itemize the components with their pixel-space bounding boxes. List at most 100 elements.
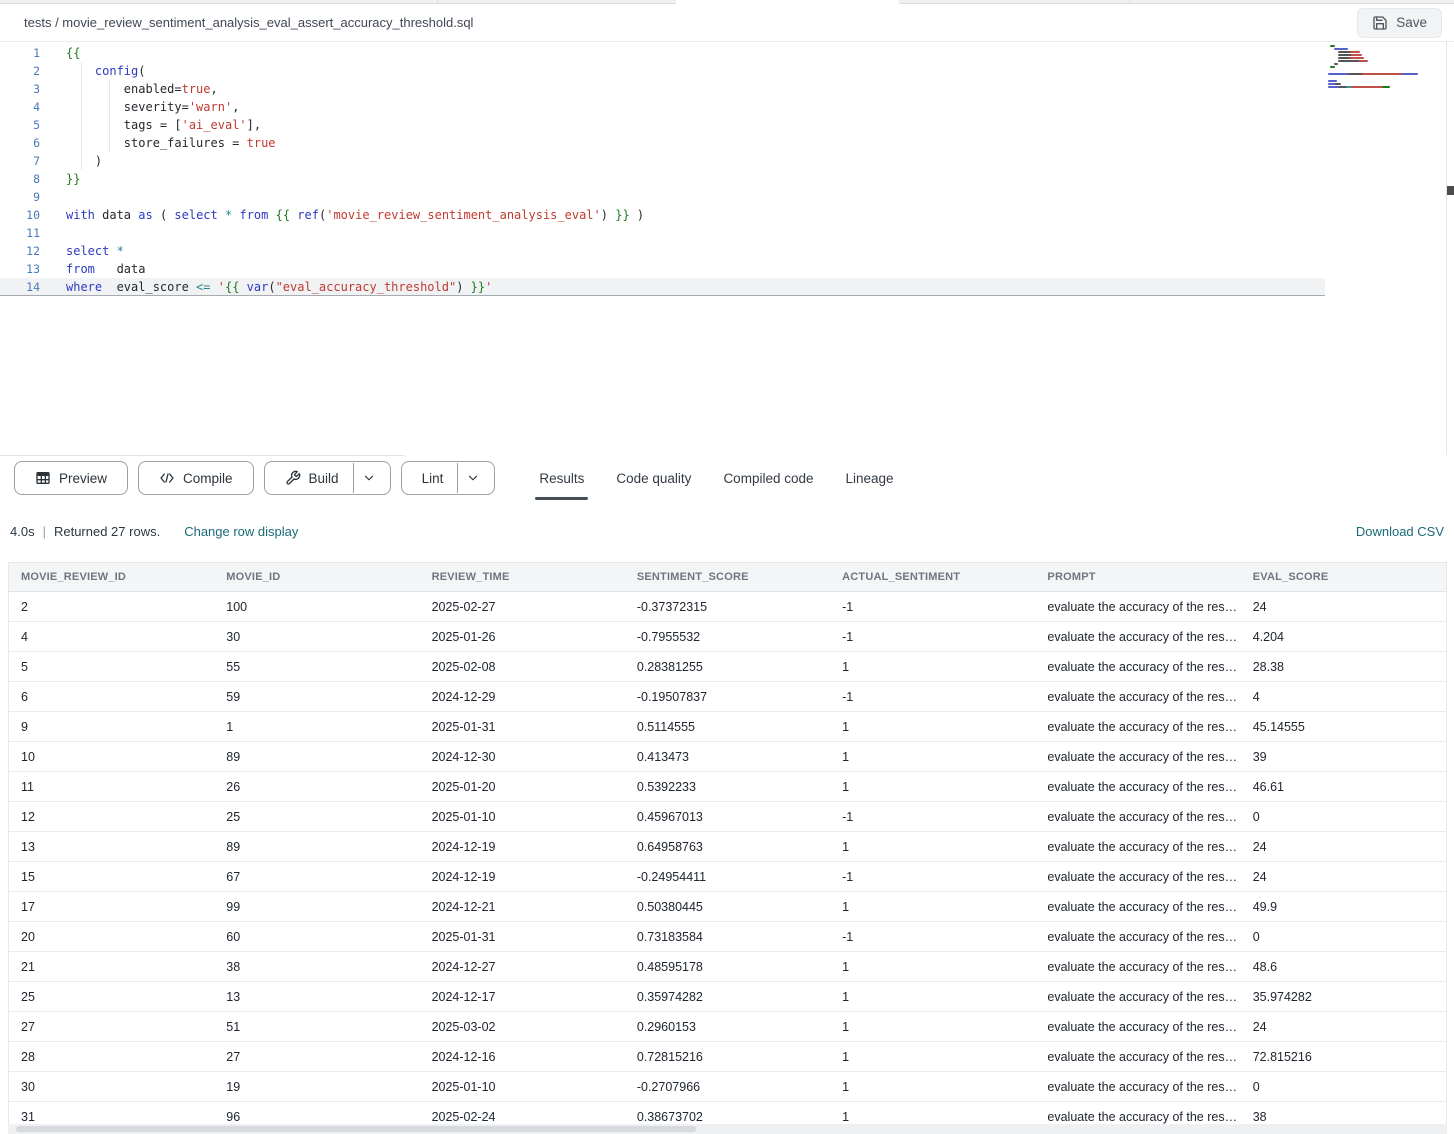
code-line[interactable]: 9 xyxy=(0,188,1325,206)
table-cell: 1 xyxy=(830,900,1035,914)
code-line[interactable]: 6 store_failures = true xyxy=(0,134,1325,152)
table-row[interactable]: 25132024-12-170.359742821evaluate the ac… xyxy=(9,982,1446,1012)
code-editor[interactable]: 1{{2 config(3 enabled=true,4 severity='w… xyxy=(0,42,1454,455)
table-cell: 49.9 xyxy=(1241,900,1446,914)
table-cell: 0 xyxy=(1241,810,1446,824)
code-line[interactable]: 11 xyxy=(0,224,1325,242)
table-cell: 13 xyxy=(214,990,419,1004)
code-line[interactable]: 14where eval_score <= '{{ var("eval_accu… xyxy=(0,278,1325,296)
table-row[interactable]: 28272024-12-160.728152161evaluate the ac… xyxy=(9,1042,1446,1072)
column-header: MOVIE_REVIEW_ID xyxy=(9,571,214,583)
table-row[interactable]: 6592024-12-29-0.19507837-1evaluate the a… xyxy=(9,682,1446,712)
table-row[interactable]: 4302025-01-26-0.7955532-1evaluate the ac… xyxy=(9,622,1446,652)
table-cell: 38 xyxy=(214,960,419,974)
build-button[interactable]: Build xyxy=(264,461,391,495)
table-cell: 25 xyxy=(9,990,214,1004)
tab-code-quality-label: Code quality xyxy=(616,471,691,486)
table-cell: 96 xyxy=(214,1110,419,1124)
code-line[interactable]: 4 severity='warn', xyxy=(0,98,1325,116)
table-row[interactable]: 13892024-12-190.649587631evaluate the ac… xyxy=(9,832,1446,862)
editor-actions: Preview Compile xyxy=(0,461,495,495)
tab-results[interactable]: Results xyxy=(523,455,600,501)
code-line[interactable]: 5 tags = ['ai_eval'], xyxy=(0,116,1325,134)
table-cell: 55 xyxy=(214,660,419,674)
table-row[interactable]: 11262025-01-200.53922331evaluate the acc… xyxy=(9,772,1446,802)
table-cell: 10 xyxy=(9,750,214,764)
table-cell: 100 xyxy=(214,600,419,614)
download-csv-link[interactable]: Download CSV xyxy=(1356,524,1444,539)
tab-separator xyxy=(437,0,438,4)
table-cell: 0.73183584 xyxy=(625,930,830,944)
table-row[interactable]: 31962025-02-240.386737021evaluate the ac… xyxy=(9,1102,1446,1126)
code-line[interactable]: 1{{ xyxy=(0,44,1325,62)
prompt-text: evaluate the accuracy of the res… xyxy=(1047,780,1237,794)
table-cell: 24 xyxy=(1241,1020,1446,1034)
table-row[interactable]: 15672024-12-19-0.24954411-1evaluate the … xyxy=(9,862,1446,892)
lint-dropdown-button[interactable] xyxy=(457,463,488,493)
change-row-display-link[interactable]: Change row display xyxy=(184,524,298,539)
table-row[interactable]: 17992024-12-210.503804451evaluate the ac… xyxy=(9,892,1446,922)
minimap[interactable] xyxy=(1328,45,1420,89)
tabstrip-segment-right[interactable] xyxy=(899,0,1454,4)
table-cell: 30 xyxy=(214,630,419,644)
prompt-text: evaluate the accuracy of the res… xyxy=(1047,900,1237,914)
table-cell: 24 xyxy=(1241,840,1446,854)
build-dropdown-button[interactable] xyxy=(353,463,384,493)
tab-compiled-code[interactable]: Compiled code xyxy=(707,455,829,501)
code-line[interactable]: 7 ) xyxy=(0,152,1325,170)
column-header: ACTUAL_SENTIMENT xyxy=(830,571,1035,583)
table-cell: 28 xyxy=(9,1050,214,1064)
table-cell: 1 xyxy=(830,1020,1035,1034)
table-row[interactable]: 10892024-12-300.4134731evaluate the accu… xyxy=(9,742,1446,772)
tab-lineage[interactable]: Lineage xyxy=(830,455,910,501)
editor-scrollbar[interactable] xyxy=(1447,186,1454,195)
table-cell: 28.38 xyxy=(1241,660,1446,674)
table-row[interactable]: 30192025-01-10-0.27079661evaluate the ac… xyxy=(9,1072,1446,1102)
table-cell: 2024-12-19 xyxy=(420,840,625,854)
code-line[interactable]: 3 enabled=true, xyxy=(0,80,1325,98)
code-line[interactable]: 13from data xyxy=(0,260,1325,278)
table-cell: 1 xyxy=(830,660,1035,674)
table-cell: evaluate the accuracy of the res…› xyxy=(1035,810,1240,824)
table-cell: 45.14555 xyxy=(1241,720,1446,734)
scrollbar-handle[interactable] xyxy=(16,1126,696,1132)
code-line[interactable]: 8}} xyxy=(0,170,1325,188)
tabstrip-segment-left[interactable] xyxy=(0,0,676,4)
column-header: PROMPT xyxy=(1035,571,1240,583)
table-row[interactable]: 5552025-02-080.283812551evaluate the acc… xyxy=(9,652,1446,682)
table-cell: 2025-01-10 xyxy=(420,1080,625,1094)
table-row[interactable]: 12252025-01-100.45967013-1evaluate the a… xyxy=(9,802,1446,832)
table-cell: 26 xyxy=(214,780,419,794)
prompt-text: evaluate the accuracy of the res… xyxy=(1047,810,1237,824)
prompt-text: evaluate the accuracy of the res… xyxy=(1047,630,1237,644)
table-cell: evaluate the accuracy of the res…› xyxy=(1035,1050,1240,1064)
compile-button[interactable]: Compile xyxy=(138,461,254,495)
table-cell: 0.5392233 xyxy=(625,780,830,794)
code-line[interactable]: 12select * xyxy=(0,242,1325,260)
table-cell: 1 xyxy=(830,750,1035,764)
table-cell: 0.5114555 xyxy=(625,720,830,734)
table-row[interactable]: 27512025-03-020.29601531evaluate the acc… xyxy=(9,1012,1446,1042)
query-time: 4.0s xyxy=(10,524,35,539)
table-row[interactable]: 20602025-01-310.73183584-1evaluate the a… xyxy=(9,922,1446,952)
table-row[interactable]: 912025-01-310.51145551evaluate the accur… xyxy=(9,712,1446,742)
code-line[interactable]: 10with data as ( select * from {{ ref('m… xyxy=(0,206,1325,224)
table-cell: 11 xyxy=(9,780,214,794)
table-cell: evaluate the accuracy of the res…› xyxy=(1035,930,1240,944)
preview-button[interactable]: Preview xyxy=(14,461,128,495)
tab-code-quality[interactable]: Code quality xyxy=(600,455,707,501)
table-cell: 35.974282 xyxy=(1241,990,1446,1004)
table-cell: 99 xyxy=(214,900,419,914)
code-line[interactable]: 2 config( xyxy=(0,62,1325,80)
table-cell: 19 xyxy=(214,1080,419,1094)
table-cell: 59 xyxy=(214,690,419,704)
table-cell: 13 xyxy=(9,840,214,854)
table-row[interactable]: 21002025-02-27-0.37372315-1evaluate the … xyxy=(9,592,1446,622)
prompt-text: evaluate the accuracy of the res… xyxy=(1047,1050,1237,1064)
results-horizontal-scrollbar[interactable] xyxy=(8,1124,1447,1134)
table-cell: 15 xyxy=(9,870,214,884)
save-button[interactable]: Save xyxy=(1357,8,1442,38)
table-cell: 24 xyxy=(1241,870,1446,884)
lint-button[interactable]: Lint xyxy=(401,461,496,495)
table-row[interactable]: 21382024-12-270.485951781evaluate the ac… xyxy=(9,952,1446,982)
